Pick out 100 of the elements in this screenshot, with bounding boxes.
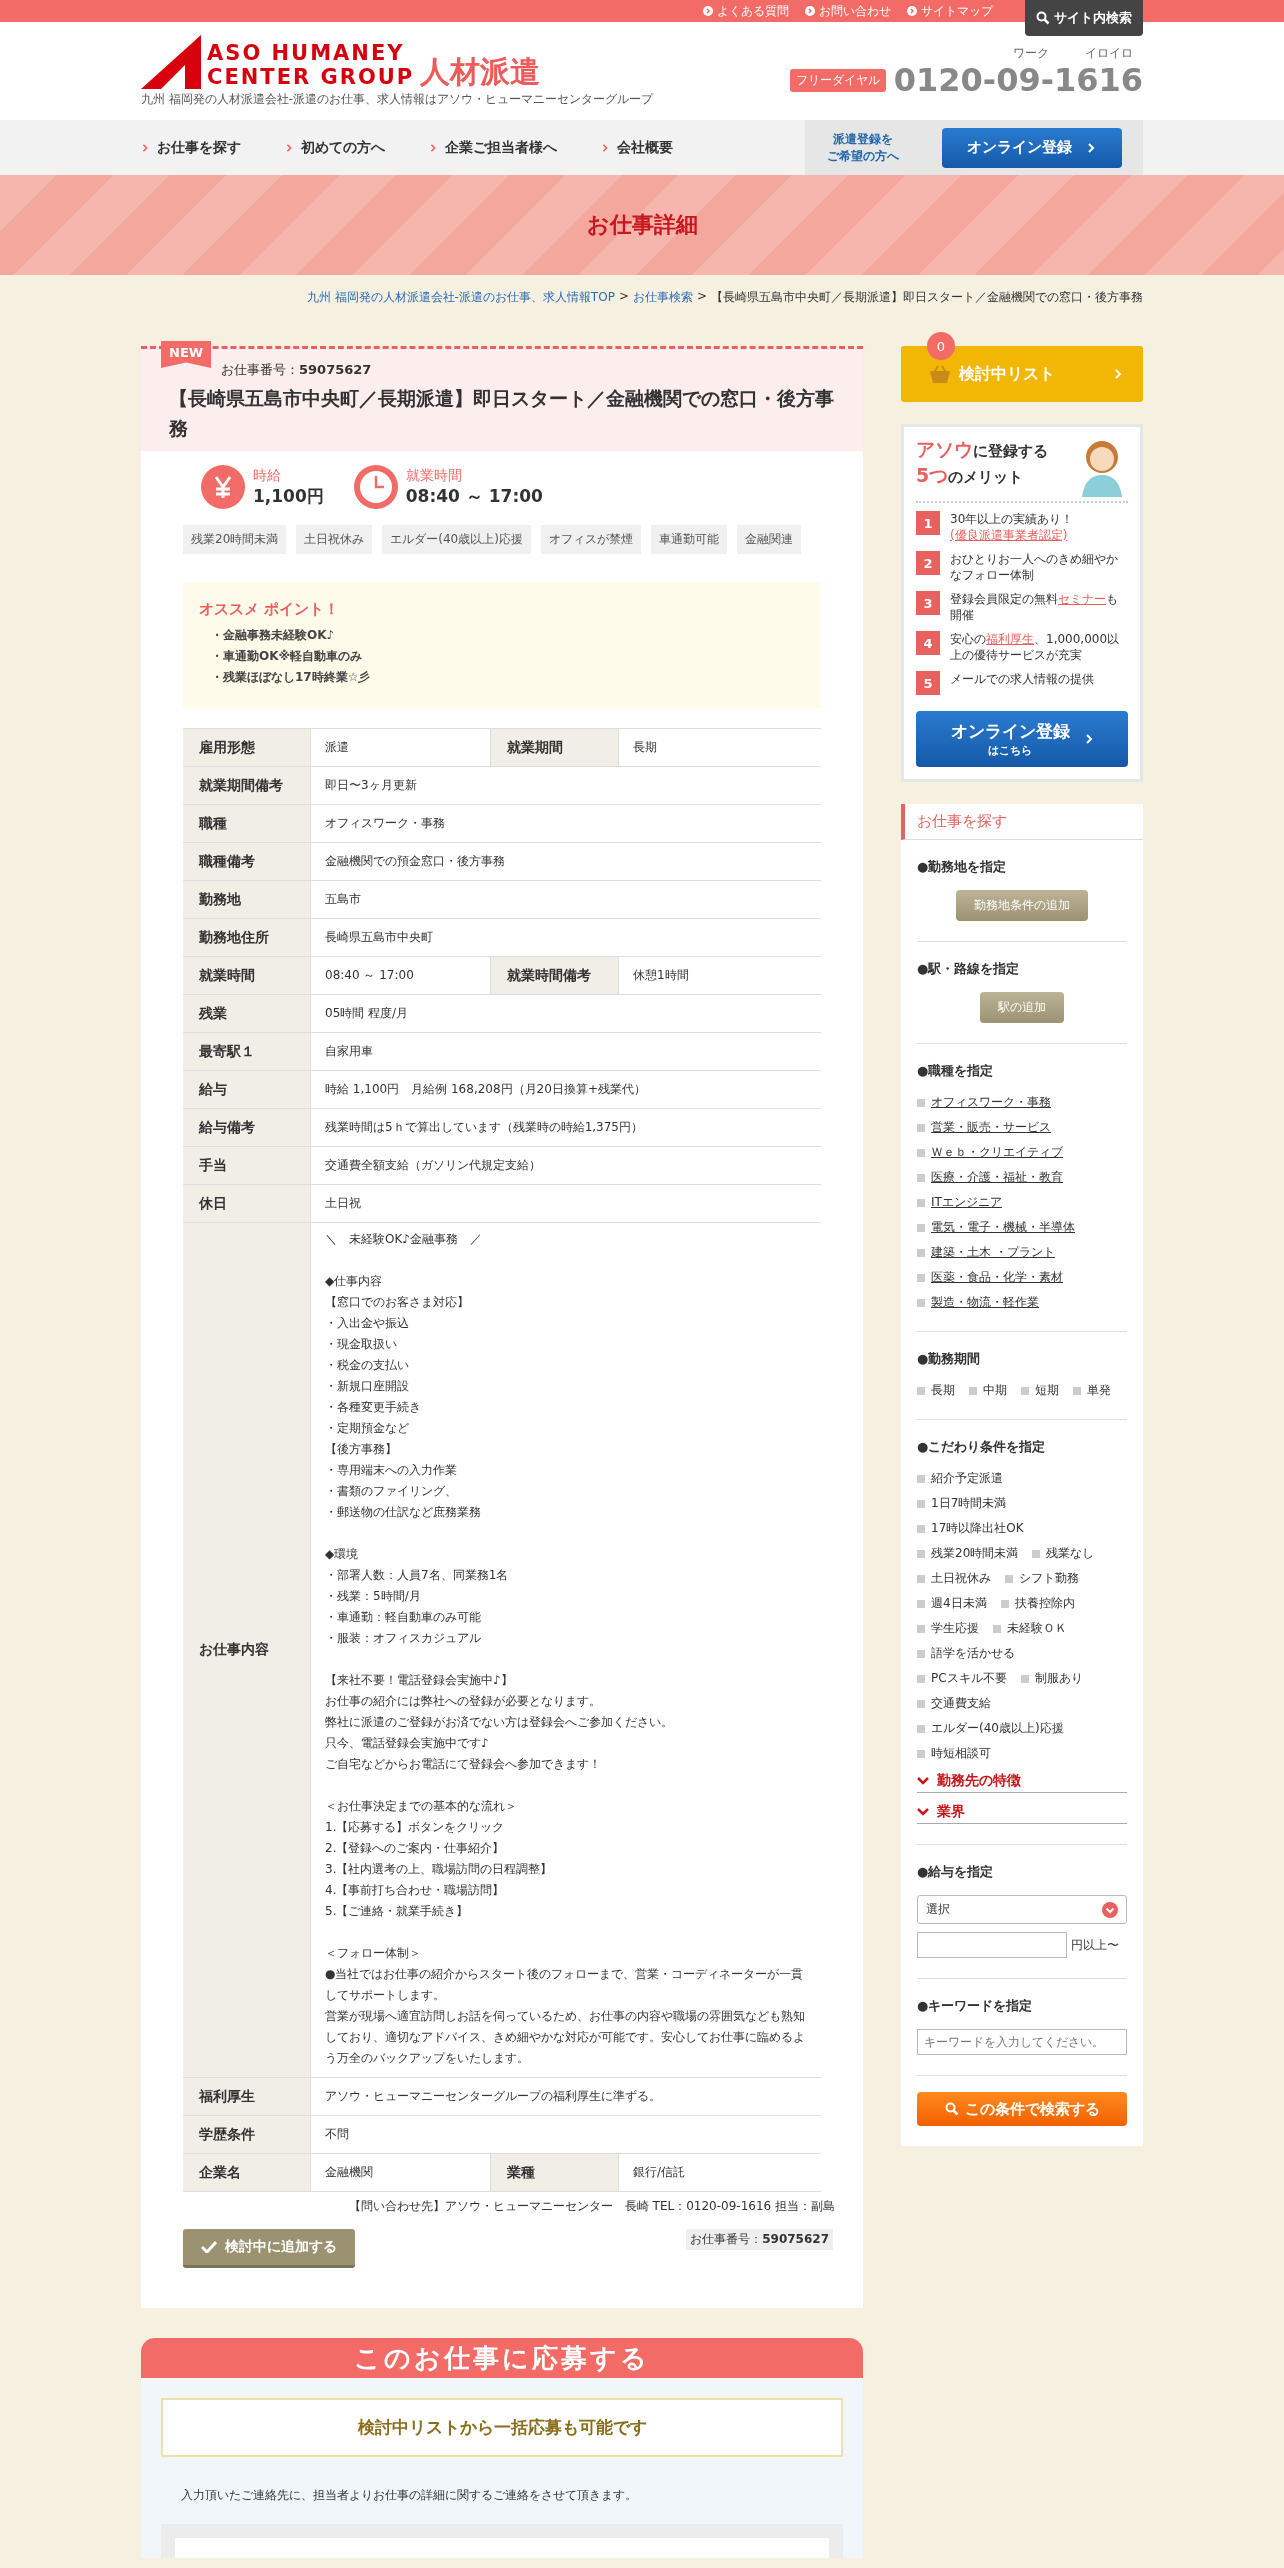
logo-mark bbox=[141, 34, 201, 89]
filter-option[interactable]: 時短相談可 bbox=[917, 1745, 991, 1762]
filter-option[interactable]: 長期 bbox=[917, 1382, 955, 1399]
row-label: 就業時間 bbox=[183, 957, 311, 994]
row-label: 給与備考 bbox=[183, 1109, 311, 1146]
description-line: 4.【事前打ち合わせ・職場訪問】 bbox=[325, 1882, 506, 1899]
filter-option[interactable]: 単発 bbox=[1073, 1382, 1111, 1399]
category-link[interactable]: 製造・物流・軽作業 bbox=[917, 1294, 1039, 1311]
filter-option[interactable]: 交通費支給 bbox=[917, 1695, 991, 1712]
merit-title: アソウに登録する bbox=[916, 437, 1048, 462]
row-label: 給与 bbox=[183, 1071, 311, 1108]
row-value: 土日祝 bbox=[324, 1195, 362, 1212]
row-label: 企業名 bbox=[183, 2154, 311, 2191]
register-note: 派遣登録を bbox=[832, 130, 893, 148]
row-label: 残業 bbox=[183, 995, 311, 1032]
filter-option[interactable]: 扶養控除内 bbox=[1000, 1595, 1075, 1612]
recommend-point: ・残業ほぼなし17時終業☆彡 bbox=[210, 669, 372, 686]
feature-tag: エルダー(40歳以上)応援 bbox=[382, 525, 531, 554]
job-number: お仕事番号：59075627 bbox=[220, 361, 373, 379]
row-value: 金融機関での預金窓口・後方事務 bbox=[324, 853, 506, 870]
merit-text: 安心の福利厚生、1,000,000以上の優待サービスが充実 bbox=[950, 631, 1121, 663]
filter-option[interactable]: 残業なし bbox=[1032, 1545, 1095, 1562]
filter-option[interactable]: エルダー(40歳以上)応援 bbox=[917, 1720, 1064, 1737]
category-link[interactable]: ITエンジニア bbox=[917, 1194, 1002, 1211]
filter-option[interactable]: 未経験ＯＫ bbox=[993, 1620, 1067, 1637]
category-link[interactable]: オフィスワーク・事務 bbox=[917, 1094, 1051, 1111]
expander-toggle[interactable]: 業界 bbox=[917, 1801, 1127, 1824]
chevron-icon bbox=[917, 1808, 929, 1816]
arrow-circle-icon bbox=[805, 6, 815, 16]
nav-link[interactable]: 初めての方へ bbox=[285, 138, 385, 157]
description-line: ・部署人数：人員7名、同業務1名 bbox=[325, 1567, 510, 1584]
breadcrumb-current: 【長崎県五島市中央町／長期派遣】即日スタート／金融機関での窓口・後方事務 bbox=[711, 289, 1143, 306]
filter-option[interactable]: 語学を活かせる bbox=[917, 1645, 1015, 1662]
category-link[interactable]: 電気・電子・機械・半導体 bbox=[917, 1219, 1075, 1236]
row-value: 休憩1時間 bbox=[632, 967, 690, 984]
breadcrumb-link[interactable]: 九州 福岡発の人材派遣会社-派遣のお仕事、求人情報TOP bbox=[306, 289, 615, 306]
row-value: 交通費全額支給（ガソリン代規定支給） bbox=[324, 1157, 542, 1174]
nav-link[interactable]: お仕事を探す bbox=[141, 138, 241, 157]
filter-option[interactable]: 土日祝休み bbox=[917, 1570, 991, 1587]
description-line: ・残業：5時間/月 bbox=[325, 1588, 422, 1605]
filter-option[interactable]: 短期 bbox=[1021, 1382, 1059, 1399]
chevron-icon bbox=[1086, 142, 1096, 153]
merit-link[interactable]: (優良派遣事業者認定) bbox=[950, 528, 1068, 542]
description-line: ・郵送物の仕訳など庶務業務 bbox=[325, 1504, 482, 1521]
filter-option[interactable]: 中期 bbox=[969, 1382, 1007, 1399]
filter-option[interactable]: 週4日未満 bbox=[917, 1595, 987, 1612]
description-line: 【後方事務】 bbox=[325, 1441, 398, 1458]
chevron-icon bbox=[601, 143, 609, 152]
online-register-button[interactable]: オンライン登録 bbox=[941, 127, 1122, 168]
category-link[interactable]: 営業・販売・サービス bbox=[917, 1119, 1051, 1136]
category-link[interactable]: Ｗｅｂ・クリエイティブ bbox=[917, 1144, 1063, 1161]
merit-text: 登録会員限定の無料セミナー も開催 bbox=[950, 591, 1119, 623]
panel-heading: お仕事を探す bbox=[901, 804, 1143, 840]
check-icon bbox=[201, 2241, 217, 2253]
category-link[interactable]: 建築・土木 ・プラント bbox=[917, 1244, 1055, 1261]
row-value: 五島市 bbox=[324, 891, 362, 908]
filter-option[interactable]: シフト勤務 bbox=[1005, 1570, 1079, 1587]
free-dial-badge: フリーダイヤル bbox=[789, 68, 886, 92]
description-line: ・入出金や振込 bbox=[325, 1315, 410, 1332]
keyword-input[interactable]: キーワードを入力してください。 bbox=[917, 2029, 1127, 2055]
section-heading: ●キーワードを指定 bbox=[917, 1997, 1034, 2015]
filter-option[interactable]: 制服あり bbox=[1020, 1670, 1083, 1687]
row-value: 残業時間は5ｈで算出しています（残業時の時給1,375円） bbox=[324, 1119, 644, 1136]
description-line: ・現金取扱い bbox=[325, 1336, 398, 1353]
description-line: ＼ 未経験OK♪金融事務 ／ bbox=[325, 1231, 483, 1248]
row-label: 最寄駅１ bbox=[183, 1033, 311, 1070]
merit-number: 3 bbox=[916, 591, 940, 615]
filter-option[interactable]: 残業20時間未満 bbox=[917, 1545, 1019, 1562]
recommend-point: ・金融事務未経験OK♪ bbox=[210, 627, 336, 644]
section-heading: ●駅・路線を指定 bbox=[917, 960, 1021, 978]
nav-link[interactable]: 企業ご担当者様へ bbox=[429, 138, 557, 157]
row-label: 勤務地住所 bbox=[183, 919, 311, 956]
description-line: ・定期預金など bbox=[325, 1420, 410, 1437]
nav-link[interactable]: 会社概要 bbox=[601, 138, 673, 157]
filter-option[interactable]: 学生応援 bbox=[917, 1620, 979, 1637]
row-label: 勤務地 bbox=[183, 881, 311, 918]
filter-option[interactable]: 17時以降出社OK bbox=[917, 1520, 1024, 1537]
breadcrumb-link[interactable]: お仕事検索 bbox=[632, 289, 693, 306]
salary-input[interactable] bbox=[917, 1932, 1067, 1958]
filter-option[interactable]: 紹介予定派遣 bbox=[917, 1470, 1003, 1487]
logo-service-text: 人材派遣 bbox=[420, 54, 541, 89]
highlight-label: 就業時間 bbox=[405, 466, 463, 485]
register-note: ご希望の方へ bbox=[826, 147, 899, 165]
site-search-button[interactable]: サイト内検索 bbox=[1025, 0, 1143, 36]
category-link[interactable]: 医薬・食品・化学・素材 bbox=[917, 1269, 1063, 1286]
filter-option[interactable]: PCスキル不要 bbox=[917, 1670, 1007, 1687]
expander-toggle[interactable]: 勤務先の特徴 bbox=[917, 1770, 1127, 1793]
logo-text: ASO HUMANEY bbox=[207, 40, 406, 65]
description-line: お仕事の紹介には弊社への登録が必要となります。 bbox=[325, 1693, 602, 1710]
basket-icon bbox=[929, 365, 951, 383]
merit-link[interactable]: 福利厚生 bbox=[986, 632, 1034, 646]
description-line: 弊社に派遣のご登録がお済でない方は登録会へご参加ください。 bbox=[325, 1714, 674, 1731]
online-register-button[interactable]: オンライン登録 はこちら bbox=[916, 711, 1128, 767]
category-link[interactable]: 医療・介護・福祉・教育 bbox=[917, 1169, 1063, 1186]
description-line: ＜フォロー体制＞ bbox=[325, 1945, 422, 1962]
merit-link[interactable]: セミナー bbox=[1058, 592, 1106, 606]
salary-select[interactable]: 選択 bbox=[917, 1895, 1127, 1924]
phone-number: 0120-09-1616 bbox=[893, 61, 1143, 98]
apply-text: 入力頂いたご連絡先に、担当者よりお仕事の詳細に関するご連絡をさせて頂きます。 bbox=[181, 2487, 638, 2504]
filter-option[interactable]: 1日7時間未満 bbox=[917, 1495, 1007, 1512]
